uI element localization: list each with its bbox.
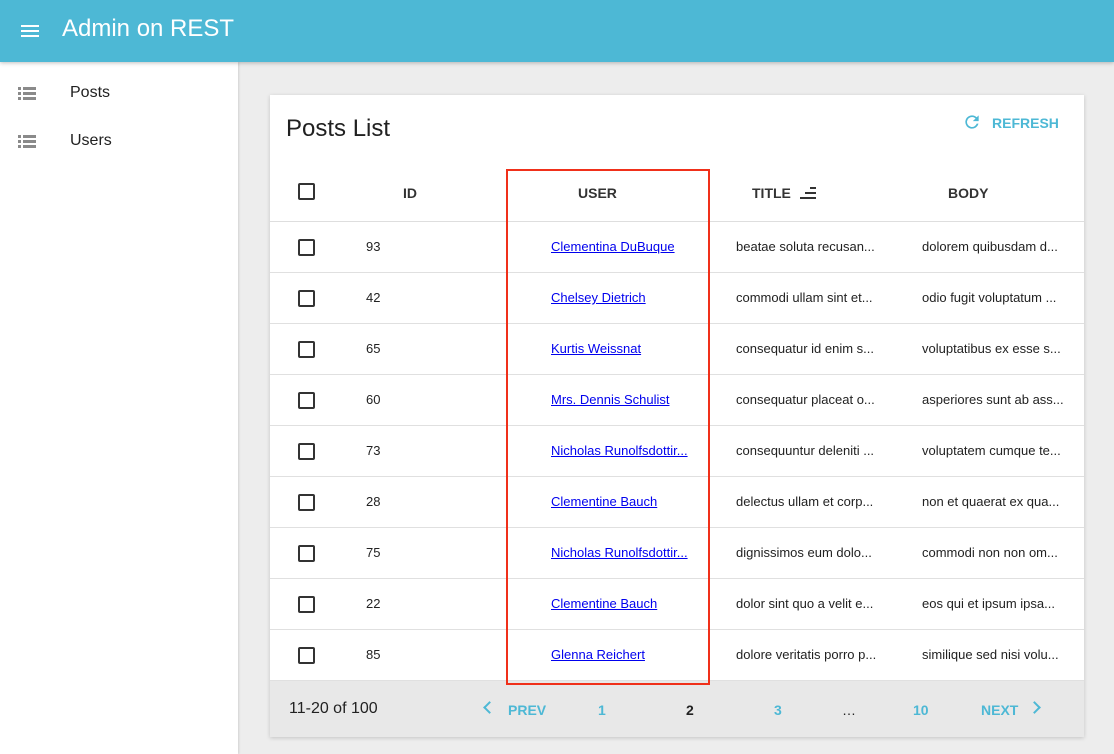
- sidebar-item-label: Posts: [70, 84, 111, 101]
- cell-body: voluptatibus ex esse s...: [922, 341, 1061, 356]
- chevron-left-icon[interactable]: [483, 701, 496, 714]
- app-title: Admin on REST: [62, 15, 235, 42]
- table-row[interactable]: 73 Nicholas Runolfsdottir... consequuntu…: [270, 426, 1084, 477]
- cell-title: dolore veritatis porro p...: [736, 647, 877, 662]
- sidebar-item-posts[interactable]: Posts: [0, 70, 238, 118]
- row-checkbox[interactable]: [298, 392, 315, 409]
- cell-body: non et quaerat ex qua...: [922, 494, 1060, 509]
- sidebar-item-label: Users: [70, 132, 112, 149]
- row-checkbox[interactable]: [298, 341, 315, 358]
- sort-icon[interactable]: [800, 187, 818, 201]
- user-link[interactable]: Nicholas Runolfsdottir...: [551, 443, 693, 458]
- select-all-checkbox[interactable]: [298, 183, 315, 200]
- table-row[interactable]: 28 Clementine Bauch delectus ullam et co…: [270, 477, 1084, 528]
- page-button-3[interactable]: 3: [774, 702, 782, 718]
- cell-title: commodi ullam sint et...: [736, 290, 873, 305]
- table-row[interactable]: 75 Nicholas Runolfsdottir... dignissimos…: [270, 528, 1084, 579]
- cell-id: 75: [366, 545, 381, 560]
- row-checkbox[interactable]: [298, 545, 315, 562]
- cell-body: asperiores sunt ab ass...: [922, 392, 1064, 407]
- cell-id: 42: [366, 290, 381, 305]
- cell-title: dolor sint quo a velit e...: [736, 596, 874, 611]
- cell-title: consequuntur deleniti ...: [736, 443, 875, 458]
- cell-body: commodi non non om...: [922, 545, 1058, 560]
- cell-id: 60: [366, 392, 381, 407]
- cell-title: delectus ullam et corp...: [736, 494, 874, 509]
- pagination-ellipsis: …: [842, 702, 856, 718]
- row-checkbox[interactable]: [298, 494, 315, 511]
- sidebar: Posts Users: [0, 62, 238, 754]
- row-checkbox[interactable]: [298, 596, 315, 613]
- user-link[interactable]: Chelsey Dietrich: [551, 290, 693, 305]
- cell-id: 65: [366, 341, 381, 356]
- user-link[interactable]: Mrs. Dennis Schulist: [551, 392, 693, 407]
- list-icon: [18, 87, 36, 101]
- table-row[interactable]: 42 Chelsey Dietrich commodi ullam sint e…: [270, 273, 1084, 324]
- posts-list-card: Posts List REFRESH ID USER TITLE BODY 93…: [270, 95, 1084, 737]
- cell-body: odio fugit voluptatum ...: [922, 290, 1057, 305]
- pagination-bar: 11-20 of 100 PREV 1 2 3 … 10 NEXT: [270, 681, 1084, 737]
- page-title: Posts List: [286, 115, 391, 142]
- pagination-range: 11-20 of 100: [289, 700, 378, 717]
- list-icon: [18, 135, 36, 149]
- table-row[interactable]: 60 Mrs. Dennis Schulist consequatur plac…: [270, 375, 1084, 426]
- row-checkbox[interactable]: [298, 239, 315, 256]
- refresh-label: REFRESH: [992, 115, 1059, 131]
- table-row[interactable]: 22 Clementine Bauch dolor sint quo a vel…: [270, 579, 1084, 630]
- row-checkbox[interactable]: [298, 647, 315, 664]
- user-link[interactable]: Clementine Bauch: [551, 596, 693, 611]
- app-bar: Admin on REST: [0, 0, 1114, 62]
- prev-page-button[interactable]: PREV: [508, 702, 546, 718]
- column-header-user[interactable]: USER: [578, 185, 617, 201]
- table-row[interactable]: 65 Kurtis Weissnat consequatur id enim s…: [270, 324, 1084, 375]
- user-link[interactable]: Kurtis Weissnat: [551, 341, 693, 356]
- cell-title: dignissimos eum dolo...: [736, 545, 872, 560]
- user-link[interactable]: Clementina DuBuque: [551, 239, 693, 254]
- refresh-icon: [965, 115, 979, 129]
- row-checkbox[interactable]: [298, 443, 315, 460]
- page-button-10[interactable]: 10: [913, 702, 929, 718]
- user-link[interactable]: Glenna Reichert: [551, 647, 693, 662]
- next-page-button[interactable]: NEXT: [981, 702, 1018, 718]
- table-row[interactable]: 93 Clementina DuBuque beatae soluta recu…: [270, 222, 1084, 273]
- page-button-2: 2: [686, 702, 694, 718]
- cell-id: 28: [366, 494, 381, 509]
- user-link[interactable]: Nicholas Runolfsdottir...: [551, 545, 693, 560]
- cell-body: similique sed nisi volu...: [922, 647, 1059, 662]
- menu-icon[interactable]: [14, 17, 44, 45]
- cell-id: 93: [366, 239, 381, 254]
- column-header-body[interactable]: BODY: [948, 185, 988, 201]
- refresh-button[interactable]: REFRESH: [956, 109, 1059, 137]
- cell-id: 85: [366, 647, 381, 662]
- cell-body: dolorem quibusdam d...: [922, 239, 1058, 254]
- sidebar-item-users[interactable]: Users: [0, 118, 238, 166]
- chevron-right-icon[interactable]: [1028, 701, 1041, 714]
- cell-title: beatae soluta recusan...: [736, 239, 875, 254]
- cell-body: voluptatem cumque te...: [922, 443, 1061, 458]
- column-header-title[interactable]: TITLE: [752, 185, 791, 201]
- row-checkbox[interactable]: [298, 290, 315, 307]
- cell-title: consequatur id enim s...: [736, 341, 875, 356]
- user-link[interactable]: Clementine Bauch: [551, 494, 693, 509]
- cell-id: 73: [366, 443, 381, 458]
- page-button-1[interactable]: 1: [598, 702, 606, 718]
- cell-id: 22: [366, 596, 381, 611]
- cell-body: eos qui et ipsum ipsa...: [922, 596, 1055, 611]
- cell-title: consequatur placeat o...: [736, 392, 875, 407]
- table-row[interactable]: 85 Glenna Reichert dolore veritatis porr…: [270, 630, 1084, 681]
- column-header-id[interactable]: ID: [403, 185, 417, 201]
